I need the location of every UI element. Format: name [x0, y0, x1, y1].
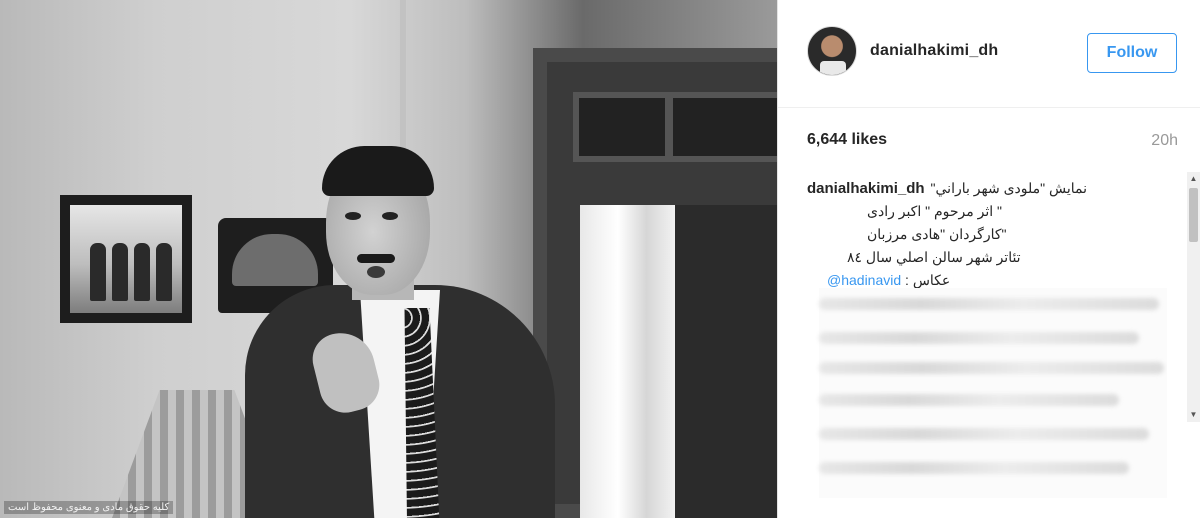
caption-line: " اثر مرحوم " اکبر رادی [867, 203, 1003, 219]
curtain [580, 205, 675, 518]
caption-scrollbar[interactable]: ▲ ▼ [1187, 172, 1200, 422]
post-sidebar: danialhakimi_dh Follow 6,644 likes 20h d… [778, 0, 1200, 518]
scroll-thumb[interactable] [1189, 188, 1198, 242]
blurred-comments [819, 288, 1167, 498]
follow-button[interactable]: Follow [1087, 33, 1177, 73]
door-window [573, 92, 777, 162]
caption-line: نمایش "ملودی شهر باراني" [930, 180, 1088, 196]
caption-line: تئاتر شهر سالن اصلي سال ۸٤ [847, 249, 1021, 265]
photo-watermark: کلیه حقوق مادی و معنوی محفوظ است [4, 501, 174, 514]
actor-eye-left [345, 212, 361, 220]
doorway [675, 205, 777, 518]
framed-picture [60, 195, 192, 323]
actor-mustache [357, 254, 395, 263]
profile-avatar[interactable] [807, 26, 857, 76]
caption-username[interactable]: danialhakimi_dh [807, 180, 925, 197]
likes-count[interactable]: 6,644 likes [807, 131, 887, 149]
caption: danialhakimi_dh نمایش "ملودی شهر باراني"… [807, 180, 1167, 498]
header-username[interactable]: danialhakimi_dh [870, 42, 998, 60]
actor-eye-right [382, 212, 398, 220]
actor-mouth [367, 266, 385, 278]
down-arrow-icon[interactable]: ▼ [1187, 408, 1200, 422]
caption-line: "کارگردان "هادی مرزبان [867, 226, 1007, 242]
photographer-mention[interactable]: @hadinavid [827, 272, 901, 288]
post-header: danialhakimi_dh Follow [778, 0, 1200, 108]
up-arrow-icon[interactable]: ▲ [1187, 172, 1200, 186]
post-photo[interactable]: کلیه حقوق مادی و معنوی محفوظ است [0, 0, 778, 518]
actor-hair [322, 146, 434, 196]
door-window-bar [665, 92, 673, 162]
caption-line: عکاس : [905, 272, 951, 288]
post-time[interactable]: 20h [1151, 132, 1178, 150]
